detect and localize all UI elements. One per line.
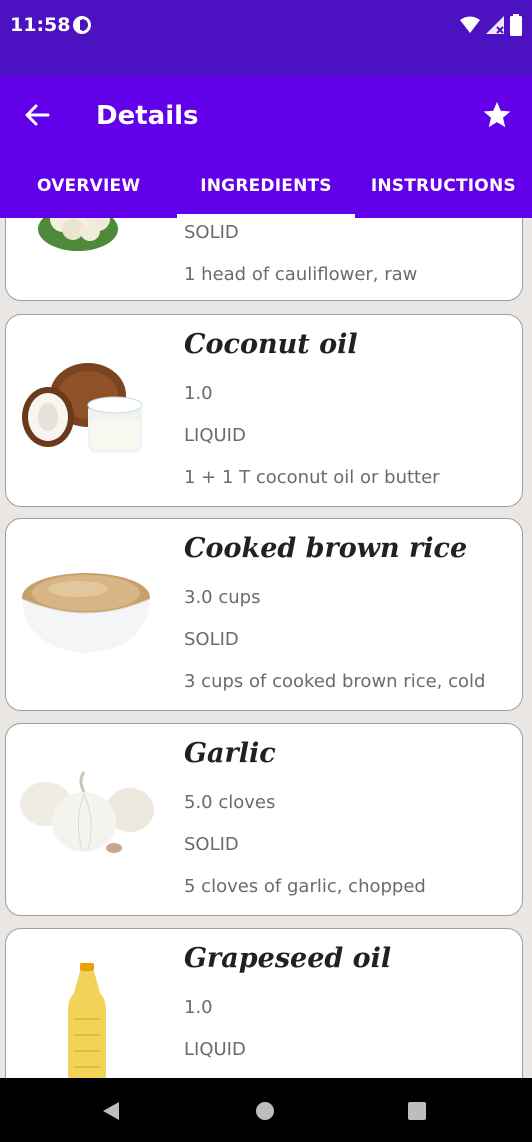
square-recents-icon xyxy=(408,1102,426,1120)
brown-rice-image xyxy=(21,573,151,653)
ingredient-card[interactable]: Cooked brown rice 3.0 cups SOLID 3 cups … xyxy=(5,518,523,711)
ingredient-type: LIQUID xyxy=(184,1039,246,1060)
triangle-back-icon xyxy=(103,1102,119,1120)
ingredient-card[interactable]: SOLID 1 head of cauliflower, raw xyxy=(5,218,523,301)
tab-overview[interactable]: OVERVIEW xyxy=(0,166,177,218)
tab-bar: OVERVIEW INGREDIENTS INSTRUCTIONS xyxy=(0,166,532,218)
ingredient-description: 1 head of cauliflower, raw xyxy=(184,264,418,285)
ingredient-type: SOLID xyxy=(184,222,239,243)
cell-signal-icon xyxy=(486,16,504,38)
tab-instructions[interactable]: INSTRUCTIONS xyxy=(355,166,532,218)
ingredient-card[interactable]: Garlic 5.0 cloves SOLID 5 cloves of garl… xyxy=(5,723,523,916)
battery-icon xyxy=(510,14,522,40)
status-time: 11:58 xyxy=(10,14,71,36)
ingredient-description: 3 cups of cooked brown rice, cold xyxy=(184,671,486,692)
ingredient-type: SOLID xyxy=(184,629,239,650)
ingredient-description: 5 cloves of garlic, chopped xyxy=(184,876,426,897)
star-icon xyxy=(483,101,511,128)
cauliflower-image xyxy=(38,218,118,251)
back-button[interactable] xyxy=(22,100,52,130)
ingredient-name: Grapeseed oil xyxy=(184,943,392,974)
grapeseed-oil-image xyxy=(68,963,106,1078)
favorite-button[interactable] xyxy=(482,100,512,130)
page-title: Details xyxy=(96,101,199,131)
ingredient-list[interactable]: SOLID 1 head of cauliflower, raw Coconut… xyxy=(0,218,532,1078)
data-saver-icon xyxy=(72,15,92,35)
nav-home-button[interactable] xyxy=(254,1100,276,1122)
app-bar: Details OVERVIEW INGREDIENTS INSTRUCTION… xyxy=(0,76,532,218)
nav-back-button[interactable] xyxy=(100,1100,122,1122)
ingredient-description: 1 + 1 T coconut oil or butter xyxy=(184,467,440,488)
wifi-icon xyxy=(460,16,480,38)
garlic-image xyxy=(20,771,154,853)
ingredient-name: Cooked brown rice xyxy=(184,533,468,564)
tab-ingredients[interactable]: INGREDIENTS xyxy=(177,166,355,218)
ingredient-name: Garlic xyxy=(184,738,276,769)
ingredient-amount: 5.0 cloves xyxy=(184,792,276,813)
nav-recents-button[interactable] xyxy=(406,1100,428,1122)
ingredient-card[interactable]: Grapeseed oil 1.0 LIQUID xyxy=(5,928,523,1078)
status-bar: 11:58 xyxy=(0,0,532,76)
ingredient-card[interactable]: Coconut oil 1.0 LIQUID 1 + 1 T coconut o… xyxy=(5,314,523,507)
system-nav-bar xyxy=(0,1078,532,1142)
ingredient-amount: 3.0 cups xyxy=(184,587,261,608)
coconut-oil-image xyxy=(22,363,143,453)
circle-home-icon xyxy=(256,1102,274,1120)
arrow-back-icon xyxy=(25,104,50,126)
ingredient-amount: 1.0 xyxy=(184,383,213,404)
ingredient-type: SOLID xyxy=(184,834,239,855)
ingredient-name: Coconut oil xyxy=(184,329,358,360)
ingredient-type: LIQUID xyxy=(184,425,246,446)
ingredient-amount: 1.0 xyxy=(184,997,213,1018)
